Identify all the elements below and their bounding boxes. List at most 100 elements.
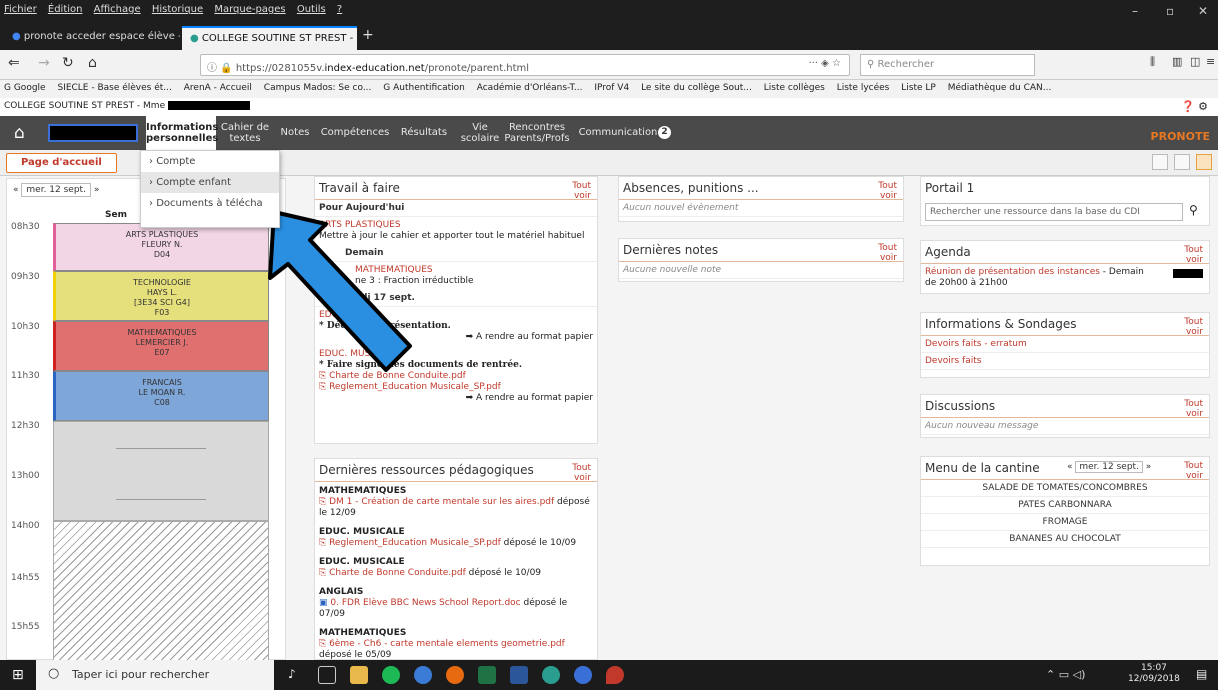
course-francais[interactable]: FRANCAIS LE MOAN R. C08 [53,371,269,421]
spotify-icon[interactable] [382,666,400,684]
resource-file[interactable]: DM 1 - Création de carte mentale sur les… [329,497,554,507]
nav-resultats[interactable]: Résultats [396,116,452,150]
search-input[interactable]: ⚲ Rechercher [860,54,1035,76]
menu-historique[interactable]: Historique [148,0,207,19]
prev-day-icon[interactable]: « [13,185,19,195]
forward-icon[interactable]: → [38,55,50,71]
edt-icon[interactable] [574,666,592,684]
bookmark-item[interactable]: Liste lycées [837,83,890,93]
bookmark-item[interactable]: Liste collèges [764,83,825,93]
nav-cahier-de-textes[interactable]: Cahier de textes [218,116,272,150]
home-icon[interactable]: ⌂ [88,55,97,71]
resource-item[interactable]: MATHEMATIQUES ⎘ 6ème - Ch6 - carte menta… [315,624,597,659]
help-settings-icons[interactable]: ❓ ⚙ [1181,100,1208,113]
screenshot-icon[interactable]: ◫ [1190,55,1200,68]
info-item[interactable]: Devoirs faits - erratum [921,336,1209,353]
export-icon[interactable] [1174,154,1190,170]
back-icon[interactable]: ⇐ [8,55,20,71]
tools-icon[interactable] [1196,154,1212,170]
system-tray-icons[interactable]: ⌃ ▭ ◁) [1046,668,1085,681]
maps-icon[interactable] [606,666,624,684]
task-view-icon[interactable] [318,666,336,684]
print-icon[interactable] [1152,154,1168,170]
app-icon[interactable] [414,666,432,684]
menu-aide[interactable]: ? [333,0,346,19]
close-window-icon[interactable]: ✕ [1198,4,1208,18]
nav-competences[interactable]: Compétences [318,116,392,150]
info-item[interactable]: Devoirs faits [921,353,1209,370]
tout-voir-link[interactable]: Tout voir [1173,399,1203,419]
minimize-icon[interactable]: – [1132,4,1138,18]
new-tab-icon[interactable]: + [362,27,374,43]
resource-file[interactable]: 0. FDR Elève BBC News School Report.doc [330,598,520,608]
cantine-date-nav[interactable]: « mer. 12 sept. » [1067,461,1151,473]
tout-voir-link[interactable]: Tout voir [1173,245,1203,265]
resource-item[interactable]: EDUC. MUSICALE ⎘ Charte de Bonne Conduit… [315,553,597,583]
bookmark-item[interactable]: Académie d'Orléans-T... [477,83,583,93]
tab-pronote-acceder[interactable]: ● pronote acceder espace élève - ✕ [4,26,180,50]
taskbar-search[interactable]: ○ Taper ici pour rechercher [36,660,274,690]
resource-item[interactable]: MATHEMATIQUES ⎘ DM 1 - Création de carte… [315,482,597,523]
bookmark-item[interactable]: Le site du collège Sout... [641,83,752,93]
course-technologie[interactable]: TECHNOLOGIE HAYS L. [3E34 SCI G4] F03 [53,271,269,321]
resource-item[interactable]: ANGLAIS ▣ 0. FDR Elève BBC News School R… [315,583,597,624]
home-icon[interactable]: ⌂ [14,123,25,143]
resource-file[interactable]: Charte de Bonne Conduite.pdf [329,568,466,578]
search-icon[interactable]: ⚲ [1189,203,1198,217]
notifications-icon[interactable]: ▤ [1196,667,1207,681]
library-icon[interactable]: ⫼ [1150,55,1155,69]
bookmark-item[interactable]: G Authentification [383,83,465,93]
dropdown-item-compte-enfant[interactable]: › Compte enfant [141,172,279,193]
bookmark-item[interactable]: SIECLE - Base élèves ét... [57,83,171,93]
nav-informations-personnelles[interactable]: Informations personnelles [146,116,218,150]
next-day-icon[interactable]: » [94,185,100,195]
resource-item[interactable]: EDUC. MUSICALE ⎘ Reglement_Education Mus… [315,523,597,553]
clock[interactable]: 15:07 12/09/2018 [1128,663,1180,685]
tab-college-soutine[interactable]: ● COLLEGE SOUTINE ST PREST - ✕ [182,26,357,50]
windows-start-icon[interactable]: ⊞ [12,667,24,683]
bookmark-item[interactable]: IProf V4 [594,83,629,93]
tout-voir-link[interactable]: Tout voir [561,463,591,483]
nav-communication[interactable]: Communication [578,116,658,150]
word-icon[interactable] [510,666,528,684]
nav-vie-scolaire[interactable]: Vie scolaire [458,116,502,150]
schedule-date-nav[interactable]: « mer. 12 sept. » [13,183,100,197]
cantine-date[interactable]: mer. 12 sept. [1075,461,1143,473]
restore-icon[interactable]: ▫ [1166,4,1174,18]
tout-voir-link[interactable]: Tout voir [867,243,897,263]
bookmark-item[interactable]: ArenA - Accueil [184,83,252,93]
sidebar-icon[interactable]: ▥ [1172,55,1182,68]
menu-fichier[interactable]: Fichier [0,0,41,19]
menu-outils[interactable]: Outils [293,0,330,19]
excel-icon[interactable] [478,666,496,684]
tout-voir-link[interactable]: Tout voir [867,181,897,201]
dropdown-item-documents[interactable]: › Documents à télécha [141,193,279,214]
bookmark-item[interactable]: Liste LP [901,83,936,93]
resource-file[interactable]: Reglement_Education Musicale_SP.pdf [329,538,501,548]
nav-rencontres[interactable]: Rencontres Parents/Profs [502,116,572,150]
bookmark-item[interactable]: Campus Mados: Se co... [264,83,372,93]
hamburger-menu-icon[interactable]: ≡ [1206,55,1215,68]
tout-voir-link[interactable]: Tout voir [1173,317,1203,337]
cdi-search-input[interactable]: Rechercher une ressource dans la base du… [925,203,1183,221]
bookmark-item[interactable]: G Google [4,83,46,93]
menu-affichage[interactable]: Affichage [90,0,145,19]
bookmark-item[interactable]: Médiathèque du CAN... [948,83,1052,93]
menu-marque-pages[interactable]: Marque-pages [210,0,289,19]
nav-notes[interactable]: Notes [278,116,312,150]
agenda-item[interactable]: Réunion de présentation des instances - … [921,264,1151,292]
pronote-app-icon[interactable] [542,666,560,684]
tab-page-accueil[interactable]: Page d'accueil [6,153,117,173]
file-explorer-icon[interactable] [350,666,368,684]
dropdown-item-compte[interactable]: › Compte [141,151,279,172]
course-mathematiques[interactable]: MATHEMATIQUES LEMERCIER J. E07 [53,321,269,371]
reload-icon[interactable]: ↻ [62,55,74,71]
redacted-student-selector[interactable] [48,124,138,142]
page-actions-icon[interactable]: ··· [808,58,818,69]
menu-edition[interactable]: Édition [44,0,87,19]
course-arts-plastiques[interactable]: ARTS PLASTIQUES FLEURY N. D04 [53,223,269,271]
url-bar[interactable]: ⓘ 🔒 https://0281055v.index-education.net… [200,54,850,76]
resource-file[interactable]: 6ème - Ch6 - carte mentale elements geom… [329,639,565,649]
microphone-icon[interactable]: ♪ [288,667,296,681]
firefox-icon[interactable] [446,666,464,684]
